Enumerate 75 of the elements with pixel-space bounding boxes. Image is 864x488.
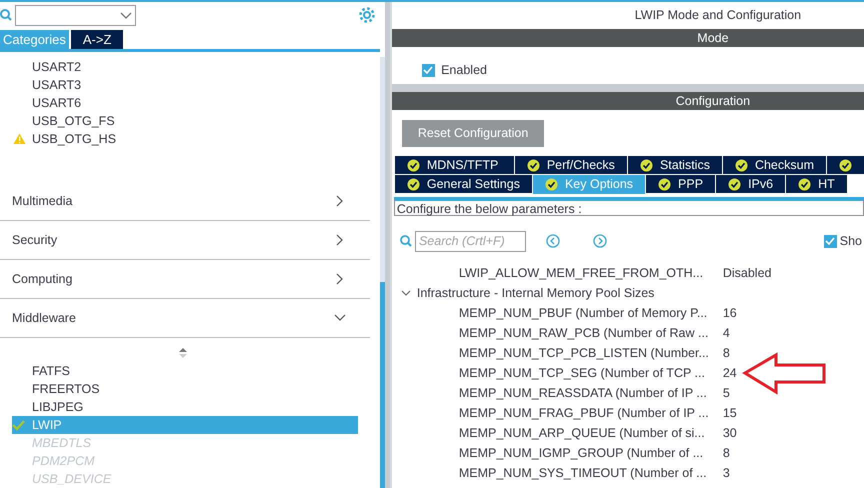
checkmark-icon: [423, 65, 434, 76]
peripheral-item[interactable]: USB_OTG_HS: [32, 132, 116, 146]
panel-title: LWIP Mode and Configuration: [634, 7, 802, 24]
check-circle-icon: [544, 178, 558, 191]
scrollbar-track[interactable]: [380, 57, 386, 488]
checkmark-icon: [825, 236, 836, 246]
config-tab[interactable]: HT: [786, 174, 847, 192]
category-item[interactable]: Security: [12, 230, 58, 250]
parameter-name: MEMP_NUM_PBUF (Number of Memory P...: [458, 304, 708, 322]
parameter-value: 30: [722, 424, 737, 442]
search-combo-field[interactable]: [15, 4, 136, 26]
parameter-value: 15: [722, 404, 737, 422]
parameter-name: MEMP_NUM_RAW_PCB (Number of Raw ...: [458, 324, 710, 342]
parameter-name: MEMP_NUM_IGMP_GROUP (Number of ...: [458, 444, 704, 462]
check-circle-icon: [406, 158, 420, 172]
parameter-value: 5: [722, 384, 730, 402]
parameter-name: MEMP_NUM_SYS_TIMEOUT (Number of ...: [458, 464, 708, 482]
parameter-value: 3: [722, 464, 730, 482]
parameter-value: Disabled: [722, 264, 772, 282]
peripheral-item[interactable]: USB_OTG_FS: [32, 114, 115, 128]
parameter-name: MEMP_NUM_TCP_SEG (Number of TCP ...: [458, 364, 706, 382]
category-tab[interactable]: A->Z: [70, 30, 124, 49]
hint-field: Configure the below parameters :: [394, 196, 864, 216]
check-circle-icon: [640, 158, 653, 172]
check-circle-icon: [658, 178, 672, 190]
sort-icon[interactable]: [179, 348, 187, 358]
check-circle-icon: [406, 178, 420, 190]
peripheral-item[interactable]: USART6: [32, 96, 82, 110]
group-label[interactable]: Infrastructure - Internal Memory Pool Sizes: [416, 282, 654, 302]
parameter-value: 4: [722, 324, 730, 342]
search-field[interactable]: Search (Crtl+F): [414, 230, 526, 252]
scrollbar-thumb[interactable]: [380, 282, 386, 488]
next-icon[interactable]: [592, 234, 607, 248]
config-tab[interactable]: PPP: [646, 174, 716, 192]
check-circle-icon: [526, 158, 540, 172]
parameter-name: MEMP_NUM_FRAG_PBUF (Number of IP ...: [458, 404, 710, 422]
chevron-icon[interactable]: [400, 288, 411, 298]
component-item[interactable]: FATFS: [12, 362, 358, 380]
parameter-value: 24: [722, 364, 737, 382]
component-item[interactable]: LIBJPEG: [12, 398, 358, 416]
checkbox[interactable]: [824, 234, 837, 248]
category-item[interactable]: Multimedia: [12, 192, 72, 210]
config-tab[interactable]: IPv6: [716, 174, 786, 192]
parameter-name: LWIP_ALLOW_MEM_FREE_FROM_OTH...: [458, 264, 704, 282]
parameter-name: MEMP_NUM_ARP_QUEUE (Number of si...: [458, 424, 706, 442]
check-circle-icon: [734, 158, 748, 172]
parameter-name: MEMP_NUM_REASSDATA (Number of IP ...: [458, 384, 708, 402]
search-icon: [400, 235, 412, 247]
config-tab[interactable]: Statistics: [628, 156, 722, 174]
check-circle-icon: [798, 178, 812, 190]
peripheral-item[interactable]: USART3: [32, 78, 82, 92]
search-icon: [0, 9, 12, 21]
section-header: Configuration: [392, 92, 864, 110]
check-circle-icon: [839, 158, 852, 172]
parameter-value: 16: [722, 304, 737, 322]
peripheral-item[interactable]: USART2: [32, 60, 82, 74]
section-header: Mode: [392, 29, 864, 47]
checkbox-label: Enabled: [441, 62, 487, 79]
config-tab[interactable]: General Settings: [394, 174, 532, 192]
config-tab[interactable]: Checksum: [722, 156, 826, 174]
check-circle-icon: [728, 178, 742, 190]
dropdown-caret-icon[interactable]: [120, 10, 132, 20]
parameter-value: 8: [722, 344, 730, 362]
checkbox[interactable]: [422, 64, 435, 77]
config-tab[interactable]: Perf/Checks: [514, 156, 627, 174]
config-tab[interactable]: [827, 156, 864, 174]
component-item[interactable]: FREERTOS: [12, 380, 358, 398]
checkbox-label: Sho: [840, 232, 862, 250]
config-tab[interactable]: MDNS/TFTP: [394, 156, 514, 174]
category-item[interactable]: Computing: [12, 270, 72, 288]
settings-icon[interactable]: [358, 6, 376, 24]
previous-icon[interactable]: [546, 234, 560, 248]
category-item[interactable]: Middleware: [12, 308, 76, 328]
parameter-value: 8: [722, 444, 730, 462]
parameter-name: MEMP_NUM_TCP_PCB_LISTEN (Number...: [458, 344, 710, 362]
